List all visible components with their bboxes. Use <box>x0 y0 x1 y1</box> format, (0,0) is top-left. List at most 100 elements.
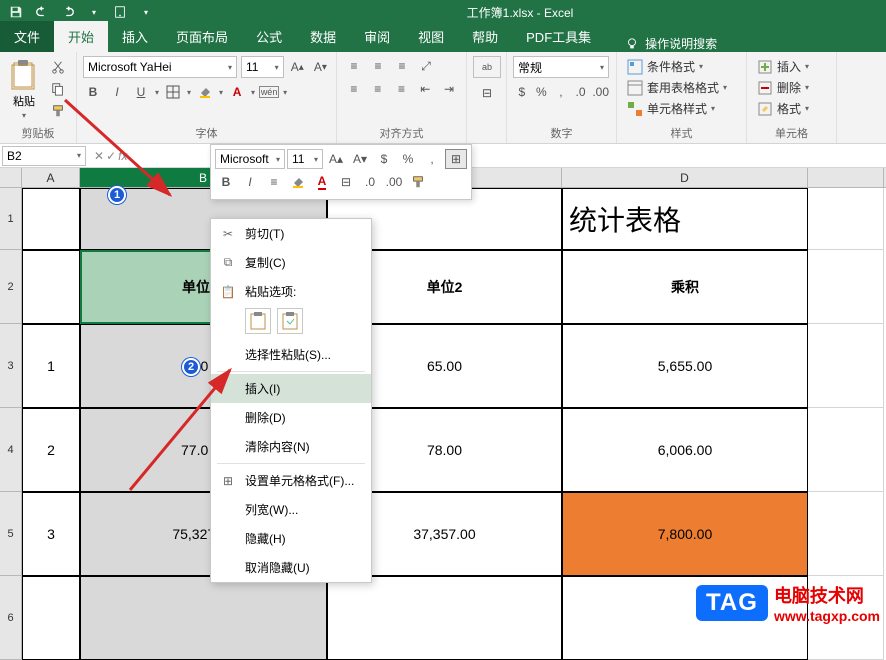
qat-dropdown-icon[interactable]: ▾ <box>134 2 158 22</box>
borders-icon[interactable] <box>163 82 183 102</box>
cell-d3[interactable]: 5,655.00 <box>562 324 808 408</box>
align-right-icon[interactable]: ≡ <box>391 79 413 99</box>
cm-cut[interactable]: ✂剪切(T) <box>211 219 371 248</box>
touch-mode-icon[interactable] <box>108 2 132 22</box>
cell-a1[interactable] <box>22 188 80 250</box>
qat-more-icon[interactable]: ▾ <box>82 2 106 22</box>
phonetic-icon[interactable]: wén <box>259 82 279 102</box>
font-name-combo[interactable]: Microsoft YaHei▾ <box>83 56 237 78</box>
cell-e3[interactable] <box>808 324 884 408</box>
mini-comma-icon[interactable]: , <box>421 149 443 169</box>
tab-page-layout[interactable]: 页面布局 <box>162 21 242 52</box>
mini-percent-icon[interactable]: % <box>397 149 419 169</box>
indent-dec-icon[interactable]: ⇤ <box>414 79 436 99</box>
mini-dec-font-icon[interactable]: A▾ <box>349 149 371 169</box>
cell-a2[interactable] <box>22 250 80 324</box>
cm-delete[interactable]: 删除(D) <box>211 403 371 432</box>
paste-option-2[interactable] <box>277 308 303 334</box>
cm-col-width[interactable]: 列宽(W)... <box>211 495 371 524</box>
cell-c6[interactable] <box>327 576 562 660</box>
align-middle-icon[interactable]: ≡ <box>367 56 389 76</box>
row-header-5[interactable]: 5 <box>0 492 22 576</box>
mini-border-icon[interactable]: ⊟ <box>335 172 357 192</box>
conditional-format-button[interactable]: 条件格式▾ <box>623 56 740 77</box>
comma-icon[interactable]: , <box>552 82 570 102</box>
mini-accounting-icon[interactable]: $ <box>373 149 395 169</box>
increase-font-icon[interactable]: A▴ <box>288 57 307 77</box>
insert-cells-button[interactable]: 插入▾ <box>753 56 830 77</box>
wrap-text-icon[interactable]: ab <box>473 56 501 78</box>
tab-file[interactable]: 文件 <box>0 21 54 52</box>
col-header-e[interactable] <box>808 168 884 187</box>
cm-format-cells[interactable]: ⊞设置单元格格式(F)... <box>211 466 371 495</box>
mini-align-icon[interactable]: ≡ <box>263 172 285 192</box>
format-painter-icon[interactable] <box>48 102 68 120</box>
row-header-2[interactable]: 2 <box>0 250 22 324</box>
select-all-corner[interactable] <box>0 168 22 187</box>
tab-home[interactable]: 开始 <box>54 21 108 52</box>
number-format-combo[interactable]: 常规▾ <box>513 56 609 78</box>
name-box[interactable]: B2▾ <box>2 146 86 166</box>
cut-icon[interactable] <box>48 58 68 76</box>
delete-cells-button[interactable]: 删除▾ <box>753 77 830 98</box>
tab-data[interactable]: 数据 <box>296 21 350 52</box>
cell-d5[interactable]: 7,800.00 <box>562 492 808 576</box>
cell-e4[interactable] <box>808 408 884 492</box>
cell-d4[interactable]: 6,006.00 <box>562 408 808 492</box>
cell-d1[interactable]: 统计表格 <box>562 188 808 250</box>
mini-fill-icon[interactable] <box>287 172 309 192</box>
decrease-font-icon[interactable]: A▾ <box>311 57 330 77</box>
save-icon[interactable] <box>4 2 28 22</box>
fill-color-icon[interactable] <box>195 82 215 102</box>
align-left-icon[interactable]: ≡ <box>343 79 365 99</box>
mini-dec-dec-icon[interactable]: .00 <box>383 172 405 192</box>
mini-borders-icon[interactable]: ⊞ <box>445 149 467 169</box>
orientation-icon[interactable]: ⤢ <box>415 56 437 76</box>
align-center-icon[interactable]: ≡ <box>367 79 389 99</box>
bold-button[interactable]: B <box>83 82 103 102</box>
cm-clear[interactable]: 清除内容(N) <box>211 432 371 461</box>
indent-inc-icon[interactable]: ⇥ <box>438 79 460 99</box>
italic-button[interactable]: I <box>107 82 127 102</box>
row-header-6[interactable]: 6 <box>0 576 22 660</box>
format-cells-button[interactable]: 格式▾ <box>753 98 830 119</box>
mini-font-color-icon[interactable]: A <box>311 172 333 192</box>
align-top-icon[interactable]: ≡ <box>343 56 365 76</box>
cm-unhide[interactable]: 取消隐藏(U) <box>211 553 371 582</box>
enter-icon[interactable]: ✓ <box>106 149 116 163</box>
cell-a4[interactable]: 2 <box>22 408 80 492</box>
inc-decimal-icon[interactable]: .0 <box>572 82 590 102</box>
redo-icon[interactable] <box>56 2 80 22</box>
dec-decimal-icon[interactable]: .00 <box>591 82 610 102</box>
mini-italic-button[interactable]: I <box>239 172 261 192</box>
mini-font-combo[interactable]: Microsoft▾ <box>215 149 285 169</box>
mini-size-combo[interactable]: 11▾ <box>287 149 323 169</box>
accounting-icon[interactable]: $ <box>513 82 531 102</box>
mini-inc-dec-icon[interactable]: .0 <box>359 172 381 192</box>
tab-view[interactable]: 视图 <box>404 21 458 52</box>
row-header-1[interactable]: 1 <box>0 188 22 250</box>
percent-icon[interactable]: % <box>533 82 551 102</box>
cm-copy[interactable]: ⧉复制(C) <box>211 248 371 277</box>
align-bottom-icon[interactable]: ≡ <box>391 56 413 76</box>
cell-a6[interactable] <box>22 576 80 660</box>
cancel-icon[interactable]: ✕ <box>94 149 104 163</box>
cm-insert[interactable]: 插入(I) <box>211 374 371 403</box>
row-header-4[interactable]: 4 <box>0 408 22 492</box>
tab-help[interactable]: 帮助 <box>458 21 512 52</box>
cell-e5[interactable] <box>808 492 884 576</box>
cell-b6[interactable] <box>80 576 327 660</box>
cm-hide[interactable]: 隐藏(H) <box>211 524 371 553</box>
format-table-button[interactable]: 套用表格格式▾ <box>623 77 740 98</box>
mini-bold-button[interactable]: B <box>215 172 237 192</box>
underline-button[interactable]: U <box>131 82 151 102</box>
cell-e2[interactable] <box>808 250 884 324</box>
font-size-combo[interactable]: 11▾ <box>241 56 284 78</box>
cell-a5[interactable]: 3 <box>22 492 80 576</box>
undo-icon[interactable] <box>30 2 54 22</box>
tab-review[interactable]: 审阅 <box>350 21 404 52</box>
copy-icon[interactable] <box>48 80 68 98</box>
cell-styles-button[interactable]: 单元格样式▾ <box>623 98 740 119</box>
cm-paste-special[interactable]: 选择性粘贴(S)... <box>211 340 371 369</box>
tab-formulas[interactable]: 公式 <box>242 21 296 52</box>
